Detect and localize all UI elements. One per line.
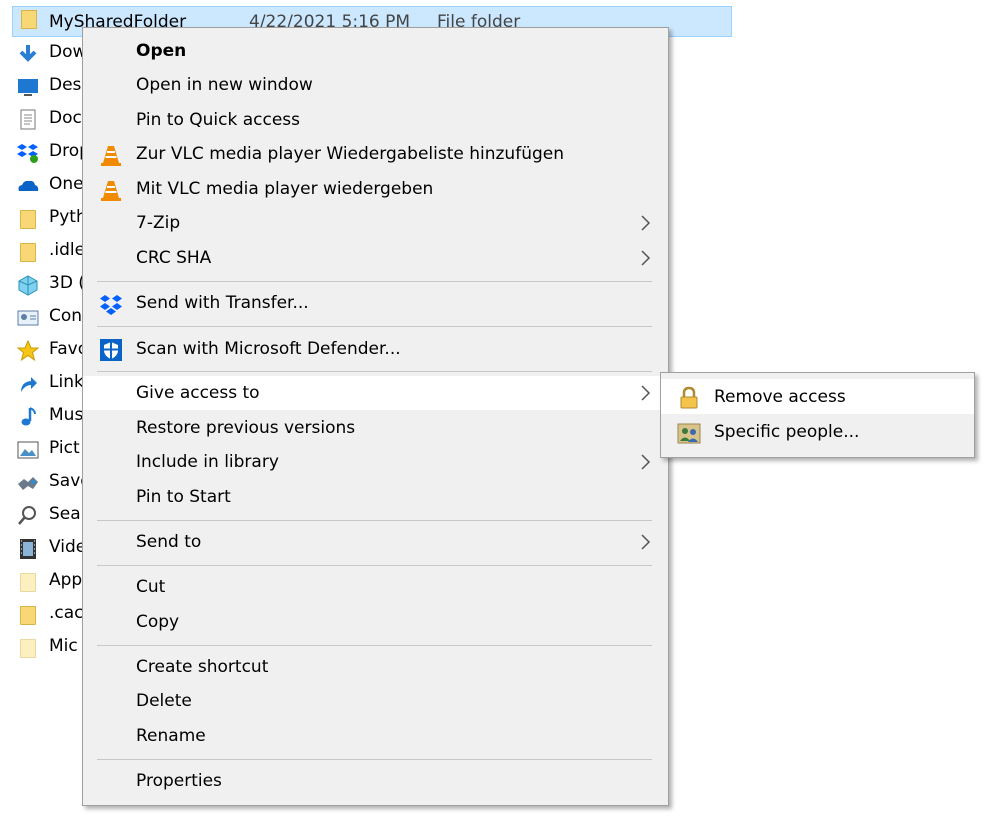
pictures-icon — [17, 441, 39, 459]
menu-item-properties[interactable]: Properties — [83, 764, 668, 798]
folder-icon — [16, 208, 40, 230]
folder-icon — [21, 10, 37, 29]
menu-item-send-to[interactable]: Send to — [83, 525, 668, 559]
chevron-right-icon — [641, 454, 651, 470]
vlc-cone-icon — [101, 181, 121, 201]
vlc-cone-icon — [101, 146, 121, 166]
chevron-right-icon — [641, 534, 651, 550]
menu-item-create-shortcut[interactable]: Create shortcut — [83, 650, 668, 684]
menu-item-vlc-playlist[interactable]: Zur VLC media player Wiedergabeliste hin… — [83, 137, 668, 171]
3d-objects-icon — [18, 275, 38, 296]
folder-pale-icon — [16, 571, 40, 593]
link-arrow-icon — [21, 377, 37, 392]
submenu-item-specific-people[interactable]: Specific people... — [661, 414, 974, 449]
menu-item-open[interactable]: Open — [83, 34, 668, 68]
menu-item-restore-versions[interactable]: Restore previous versions — [83, 411, 668, 445]
music-note-icon — [21, 407, 36, 426]
folder-pale-icon — [16, 637, 40, 659]
menu-item-include-library[interactable]: Include in library — [83, 445, 668, 479]
chevron-right-icon — [641, 250, 651, 266]
menu-separator — [97, 565, 652, 566]
menu-separator — [97, 326, 652, 327]
menu-item-send-with-transfer[interactable]: Send with Transfer... — [83, 286, 668, 320]
onedrive-cloud-icon — [18, 180, 39, 191]
menu-separator — [97, 520, 652, 521]
folder-icon — [16, 241, 40, 263]
lock-icon — [680, 386, 698, 409]
dropbox-icon — [17, 144, 38, 163]
saved-games-icon — [18, 477, 38, 490]
menu-item-7zip[interactable]: 7-Zip — [83, 206, 668, 240]
defender-shield-icon — [100, 339, 122, 361]
menu-item-pin-start[interactable]: Pin to Start — [83, 480, 668, 514]
menu-item-vlc-play[interactable]: Mit VLC media player wiedergeben — [83, 172, 668, 206]
menu-separator — [97, 759, 652, 760]
menu-item-open-new-window[interactable]: Open in new window — [83, 68, 668, 102]
chevron-right-icon — [641, 215, 651, 231]
menu-item-give-access[interactable]: Give access to — [83, 376, 668, 410]
give-access-submenu: Remove access Specific people... — [660, 372, 975, 458]
menu-item-rename[interactable]: Rename — [83, 719, 668, 753]
star-icon — [16, 340, 40, 362]
dropbox-icon — [100, 295, 122, 315]
document-icon — [20, 109, 36, 130]
chevron-right-icon — [641, 385, 651, 401]
menu-item-scan-defender[interactable]: Scan with Microsoft Defender... — [83, 332, 668, 366]
submenu-item-remove-access[interactable]: Remove access — [661, 379, 974, 414]
menu-item-copy[interactable]: Copy — [83, 605, 668, 639]
desktop-icon — [18, 79, 38, 96]
menu-separator — [97, 371, 652, 372]
download-arrow-icon — [19, 45, 37, 62]
video-icon — [20, 539, 36, 559]
folder-icon — [16, 604, 40, 626]
menu-separator — [97, 281, 652, 282]
menu-item-crc-sha[interactable]: CRC SHA — [83, 241, 668, 275]
menu-item-cut[interactable]: Cut — [83, 570, 668, 604]
menu-item-pin-quick-access[interactable]: Pin to Quick access — [83, 103, 668, 137]
menu-item-delete[interactable]: Delete — [83, 684, 668, 718]
context-menu: Open Open in new window Pin to Quick acc… — [82, 27, 669, 806]
people-icon — [677, 423, 701, 444]
search-icon — [18, 506, 36, 525]
menu-separator — [97, 645, 652, 646]
contacts-icon — [17, 310, 39, 326]
